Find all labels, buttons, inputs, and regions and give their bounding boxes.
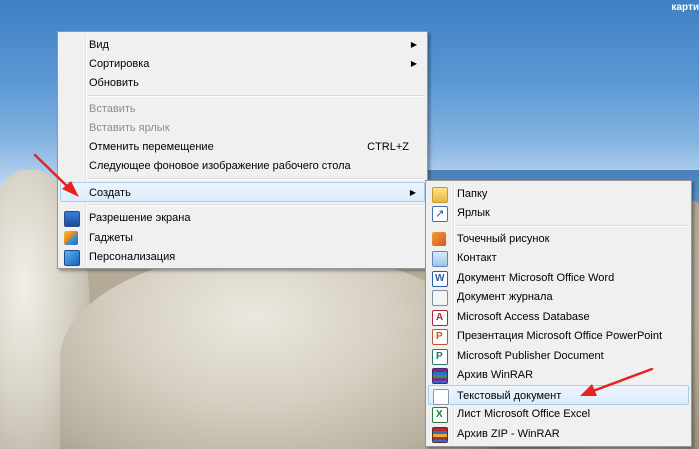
- winrar-icon: [432, 368, 448, 384]
- menu-separator: [88, 178, 424, 180]
- menu-item-personalize-label: Персонализация: [89, 251, 176, 263]
- paint-icon: [432, 232, 446, 246]
- menu-item-create[interactable]: Создать ▶: [60, 182, 425, 202]
- text-document-icon: [433, 389, 449, 405]
- submenu-item-bitmap-label: Точечный рисунок: [457, 233, 550, 245]
- submenu-item-excel-label: Лист Microsoft Office Excel: [457, 408, 591, 420]
- submenu-item-bitmap[interactable]: Точечный рисунок: [428, 229, 689, 249]
- folder-icon: [432, 187, 448, 203]
- create-submenu: Папку Ярлык Точечный рисунок Контакт Док…: [425, 180, 692, 447]
- menu-item-paste-label: Вставить: [89, 103, 136, 115]
- contact-icon: [432, 251, 448, 267]
- submenu-item-zip[interactable]: Архив ZIP - WinRAR: [428, 424, 689, 444]
- publisher-icon: [432, 347, 448, 367]
- menu-item-screen-resolution[interactable]: Разрешение экрана: [60, 208, 425, 228]
- submenu-item-publisher[interactable]: Microsoft Publisher Document: [428, 346, 689, 367]
- submenu-item-access[interactable]: Microsoft Access Database: [428, 307, 689, 328]
- menu-item-sort-label: Сортировка: [89, 58, 150, 70]
- powerpoint-icon: [432, 327, 448, 347]
- submenu-item-powerpoint[interactable]: Презентация Microsoft Office PowerPoint: [428, 326, 689, 347]
- menu-item-undo-move[interactable]: Отменить перемещение CTRL+Z: [60, 137, 425, 157]
- menu-item-paste[interactable]: Вставить: [60, 99, 425, 119]
- menu-separator: [456, 225, 688, 227]
- shortcut-key-label: CTRL+Z: [367, 141, 409, 153]
- submenu-item-contact[interactable]: Контакт: [428, 248, 689, 268]
- word-document-icon: [432, 269, 448, 289]
- submenu-arrow-icon: ▶: [410, 40, 417, 49]
- submenu-item-word-label: Документ Microsoft Office Word: [457, 272, 615, 284]
- menu-separator: [88, 95, 424, 97]
- menu-item-view-label: Вид: [89, 39, 109, 51]
- menu-item-sort[interactable]: Сортировка ▶: [60, 54, 425, 74]
- submenu-arrow-icon: ▶: [409, 188, 416, 197]
- menu-item-view[interactable]: Вид ▶: [60, 35, 425, 55]
- menu-item-next-background[interactable]: Следующее фоновое изображение рабочего с…: [60, 156, 425, 176]
- menu-item-refresh[interactable]: Обновить: [60, 73, 425, 93]
- menu-item-personalize[interactable]: Персонализация: [60, 247, 425, 267]
- menu-item-screen-resolution-label: Разрешение экрана: [89, 212, 191, 224]
- journal-icon: [432, 290, 448, 306]
- access-database-icon: [432, 308, 448, 328]
- menu-item-gadgets-label: Гаджеты: [89, 232, 133, 244]
- menu-item-gadgets[interactable]: Гаджеты: [60, 228, 425, 248]
- submenu-item-access-label: Microsoft Access Database: [457, 311, 590, 323]
- zip-archive-icon: [432, 427, 448, 443]
- menu-item-next-background-label: Следующее фоновое изображение рабочего с…: [89, 160, 351, 172]
- submenu-item-journal[interactable]: Документ журнала: [428, 287, 689, 307]
- personalize-icon: [64, 250, 80, 266]
- menu-item-paste-shortcut-label: Вставить ярлык: [89, 122, 170, 134]
- submenu-item-publisher-label: Microsoft Publisher Document: [457, 350, 604, 362]
- monitor-icon: [64, 211, 80, 227]
- menu-separator: [88, 204, 424, 206]
- submenu-item-text-document[interactable]: Текстовый документ: [428, 385, 689, 405]
- menu-item-create-label: Создать: [89, 187, 131, 199]
- submenu-item-folder[interactable]: Папку: [428, 184, 689, 204]
- submenu-item-powerpoint-label: Презентация Microsoft Office PowerPoint: [457, 330, 663, 342]
- menu-item-undo-move-label: Отменить перемещение: [89, 141, 214, 153]
- gadgets-icon: [64, 231, 78, 245]
- desktop-context-menu: Вид ▶ Сортировка ▶ Обновить Вставить Вст…: [57, 31, 428, 269]
- submenu-item-contact-label: Контакт: [457, 252, 497, 264]
- submenu-item-zip-label: Архив ZIP - WinRAR: [457, 428, 560, 440]
- menu-item-refresh-label: Обновить: [89, 77, 139, 89]
- submenu-item-shortcut-label: Ярлык: [457, 207, 490, 219]
- submenu-item-journal-label: Документ журнала: [457, 291, 553, 303]
- submenu-item-winrar[interactable]: Архив WinRAR: [428, 365, 689, 385]
- submenu-arrow-icon: ▶: [410, 59, 417, 68]
- submenu-item-winrar-label: Архив WinRAR: [457, 369, 534, 381]
- corner-text: карти: [671, 2, 699, 13]
- menu-item-paste-shortcut[interactable]: Вставить ярлык: [60, 118, 425, 138]
- submenu-item-text-document-label: Текстовый документ: [457, 390, 562, 402]
- excel-icon: [432, 405, 448, 425]
- submenu-item-excel[interactable]: Лист Microsoft Office Excel: [428, 404, 689, 425]
- submenu-item-word[interactable]: Документ Microsoft Office Word: [428, 268, 689, 289]
- shortcut-icon: [432, 204, 448, 224]
- submenu-item-folder-label: Папку: [457, 188, 488, 200]
- submenu-item-shortcut[interactable]: Ярлык: [428, 203, 689, 224]
